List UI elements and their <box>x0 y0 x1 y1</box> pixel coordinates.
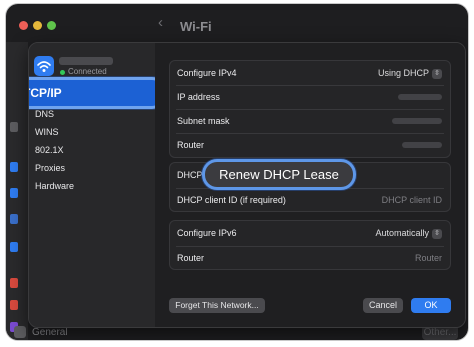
router-redacted <box>402 142 442 148</box>
ipv6-group: Configure IPv6 Automatically ⇳ Router Rou… <box>169 220 451 270</box>
configure-ipv4-select[interactable]: Using DHCP ⇳ <box>378 68 442 79</box>
dhcp-client-id-label: DHCP client ID (if required) <box>177 195 286 205</box>
network-name-redacted <box>59 57 113 65</box>
background-sidebar-icon <box>10 300 18 310</box>
gear-icon <box>14 326 26 338</box>
sidebar-item-hardware[interactable]: Hardware <box>35 181 74 191</box>
background-general-label: General <box>32 326 68 338</box>
ip-address-redacted <box>398 94 442 100</box>
wifi-icon <box>34 56 54 76</box>
ipv4-group: Configure IPv4 Using DHCP ⇳ IP address Su… <box>169 60 451 158</box>
configure-ipv6-select[interactable]: Automatically ⇳ <box>375 228 442 239</box>
sidebar-item-dns[interactable]: DNS <box>35 109 54 119</box>
configure-ipv4-value: Using DHCP <box>377 68 429 78</box>
subnet-mask-label: Subnet mask <box>177 116 230 126</box>
sidebar-item-wins[interactable]: WINS <box>35 127 59 137</box>
dhcp-client-id-row[interactable]: DHCP client ID (if required) DHCP client… <box>170 188 450 212</box>
forget-network-button[interactable]: Forget This Network... <box>169 298 265 313</box>
sidebar-item-proxies[interactable]: Proxies <box>35 163 65 173</box>
chevron-updown-icon: ⇳ <box>432 228 442 239</box>
ip-address-row: IP address <box>170 85 450 109</box>
back-arrow-icon[interactable]: ‹ <box>158 14 163 31</box>
router-row: Router <box>170 133 450 157</box>
ip-address-label: IP address <box>177 92 220 102</box>
background-sidebar <box>6 42 28 340</box>
background-sidebar-icon <box>10 188 18 198</box>
configure-ipv6-row[interactable]: Configure IPv6 Automatically ⇳ <box>170 221 450 245</box>
background-sidebar-icon <box>10 278 18 288</box>
background-sidebar-icon <box>10 242 18 252</box>
connection-status: Connected <box>68 67 107 76</box>
sidebar-item-tcpip[interactable]: TCP/IP <box>29 80 163 106</box>
wifi-settings-window: ‹ Wi-Fi General Other... Connected CP/IP… <box>6 4 468 340</box>
cancel-button[interactable]: Cancel <box>363 298 403 313</box>
ok-button[interactable]: OK <box>411 298 451 313</box>
background-sidebar-icon <box>10 214 18 224</box>
background-sidebar-icon <box>10 162 18 172</box>
configure-ipv6-value: Automatically <box>375 228 429 238</box>
background-sidebar-icon <box>10 122 18 132</box>
close-window-button[interactable] <box>19 21 28 30</box>
window-title: Wi-Fi <box>180 19 212 34</box>
sidebar-item-8021x[interactable]: 802.1X <box>35 145 64 155</box>
dhcp-client-id-input[interactable]: DHCP client ID <box>382 195 442 205</box>
minimize-window-button[interactable] <box>33 21 42 30</box>
router-label: Router <box>177 140 205 150</box>
configure-ipv4-label: Configure IPv4 <box>177 68 237 78</box>
subnet-mask-redacted <box>392 118 442 124</box>
configure-ipv4-row[interactable]: Configure IPv4 Using DHCP ⇳ <box>170 61 450 85</box>
network-details-sheet: Connected TCP/IP DNS WINS 802.1X Proxies… <box>28 42 466 328</box>
zoom-window-button[interactable] <box>47 21 56 30</box>
connected-status-dot <box>60 70 65 75</box>
chevron-updown-icon: ⇳ <box>432 68 442 79</box>
ipv6-router-label: Router <box>177 253 205 263</box>
ipv6-router-value: Router <box>414 253 442 263</box>
subnet-mask-row: Subnet mask <box>170 109 450 133</box>
details-sidebar: Connected TCP/IP DNS WINS 802.1X Proxies… <box>29 43 163 327</box>
configure-ipv6-label: Configure IPv6 <box>177 228 237 238</box>
ipv6-router-row: Router Router <box>170 246 450 270</box>
renew-dhcp-lease-button[interactable]: Renew DHCP Lease <box>205 162 353 187</box>
